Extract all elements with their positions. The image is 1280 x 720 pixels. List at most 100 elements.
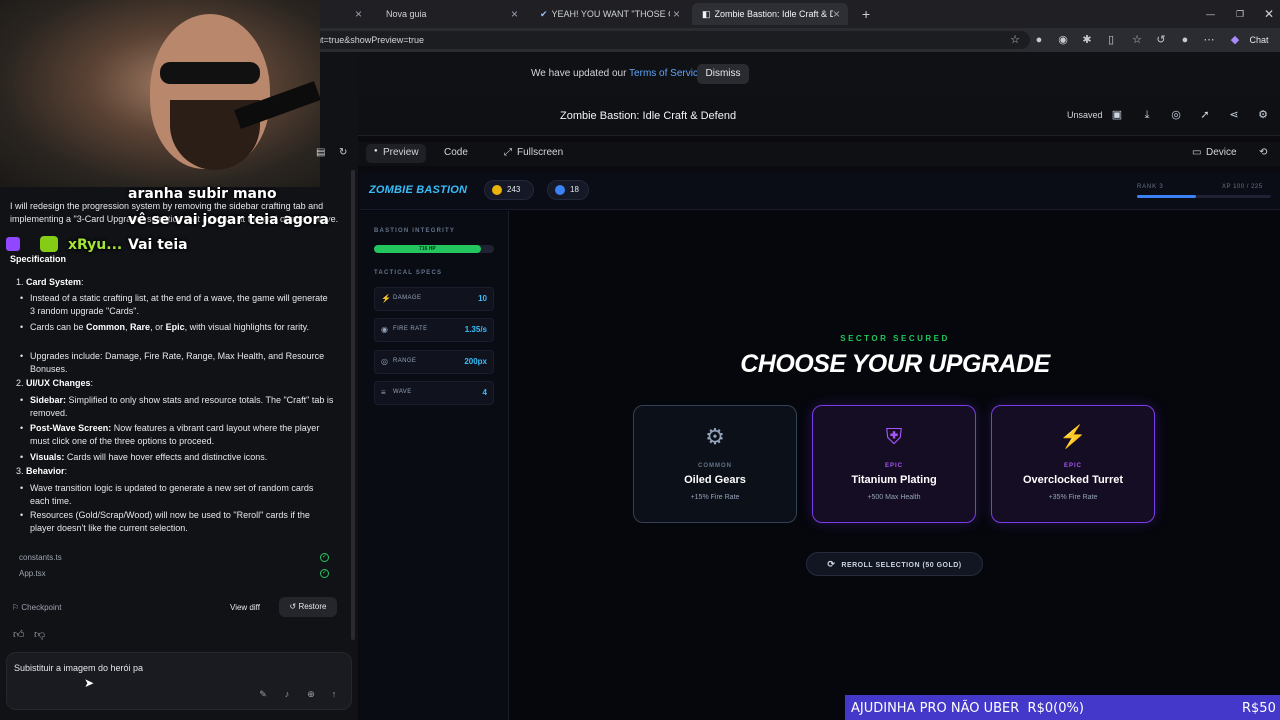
project-header — [320, 96, 1280, 136]
file-item[interactable]: constants.ts — [19, 553, 62, 562]
spec-section-colon: : — [64, 466, 68, 476]
stream-caption: Vai teia — [128, 237, 188, 253]
terms-link[interactable]: Terms of Service — [629, 68, 703, 79]
card-name: Overclocked Turret — [1022, 474, 1124, 486]
mouse-cursor-icon: ➤ — [84, 676, 95, 690]
browser-tab[interactable]: ✔ YEAH! YOU WANT "THOSE GAMES" × — [530, 3, 688, 25]
star-icon[interactable]: ☆ — [1008, 33, 1022, 47]
split-screen-icon[interactable]: ▯ — [1104, 33, 1118, 47]
refresh-icon[interactable]: ⟲ — [1259, 147, 1267, 158]
spec-section-number: 3. — [16, 466, 27, 476]
thumbs-up-icon[interactable]: 👍︎ — [13, 628, 25, 641]
spec-section-colon: : — [81, 277, 84, 287]
tab-favicon-icon: ✔ — [540, 8, 548, 19]
copilot-icon[interactable]: ◆ — [1228, 33, 1242, 47]
chat-button[interactable]: Chat — [1246, 33, 1272, 47]
health-bar-fill: 716 HP — [374, 245, 481, 253]
notice-message: We have updated our — [531, 68, 630, 79]
card-rarity: COMMON — [698, 463, 732, 469]
tab-code[interactable]: Code — [444, 147, 468, 158]
restore-label: Restore — [298, 602, 327, 611]
game-logo: ZOMBIE BASTION — [369, 184, 468, 196]
magic-wand-icon[interactable]: ✎ — [257, 688, 269, 700]
dot-icon: ● — [374, 148, 378, 154]
extension-icon[interactable]: ◉ — [1056, 33, 1070, 47]
upgrade-card-titanium-plating[interactable]: ⛨ EPIC Titanium Plating +500 Max Health — [812, 405, 976, 523]
close-window-icon[interactable]: ✕ — [1254, 3, 1274, 25]
close-tab-icon[interactable]: × — [355, 7, 362, 21]
device-icon[interactable]: ▭ — [1192, 147, 1201, 158]
github-icon[interactable]: ◎ — [1169, 108, 1183, 122]
spec-heading: Specification — [10, 254, 67, 264]
send-icon[interactable]: ↑ — [328, 688, 340, 700]
download-icon[interactable]: ⤓ — [1140, 108, 1154, 122]
reload-icon[interactable]: ↻ — [339, 147, 347, 158]
donation-banner-text: AJUDINHA PRO NÃO UBER R$0(0%) — [851, 701, 1084, 716]
prompt-input-box[interactable] — [6, 652, 352, 710]
minimize-icon[interactable]: — — [1196, 3, 1216, 25]
tab-preview[interactable]: Preview — [383, 147, 419, 158]
add-attachment-icon[interactable]: ⊕ — [305, 688, 317, 700]
bullet-dot: • — [20, 483, 24, 493]
upgrade-card-overclocked-turret[interactable]: ⚡ EPIC Overclocked Turret +35% Fire Rate — [991, 405, 1155, 523]
upgrade-card-oiled-gears[interactable]: ⚙ COMMON Oiled Gears +15% Fire Rate — [633, 405, 797, 523]
browser-tab[interactable]: Nova guia × — [376, 3, 526, 25]
card-name: Titanium Plating — [851, 474, 937, 486]
tab-label: YEAH! YOU WANT "THOSE GAMES" — [551, 9, 670, 19]
specs-label: TACTICAL SPECS — [374, 270, 443, 276]
settings-icon[interactable]: ⚙ — [1256, 108, 1270, 122]
profile-avatar[interactable]: ● — [1178, 33, 1192, 47]
spec-bullet-text: Visuals: Cards will have hover effects a… — [30, 452, 268, 462]
new-tab-button[interactable]: + — [852, 3, 872, 25]
spec-section-heading: 2. UI/UX Changes: — [16, 378, 93, 388]
browser-tab-active[interactable]: ◧ Zombie Bastion: Idle Craft & D | G × — [692, 3, 848, 25]
spec-section-title: Behavior — [26, 466, 65, 476]
device-button[interactable]: Device — [1206, 147, 1237, 158]
extension-icon[interactable]: ● — [1032, 33, 1046, 47]
file-item[interactable]: App.tsx — [19, 569, 46, 578]
checkpoint-text: Checkpoint — [21, 603, 62, 612]
favorites-icon[interactable]: ☆ — [1130, 33, 1144, 47]
gold-coin-icon — [492, 185, 502, 195]
history-icon[interactable]: ↺ — [1154, 33, 1168, 47]
view-diff-button[interactable]: View diff — [230, 603, 260, 612]
check-icon: ✓ — [320, 553, 329, 562]
browser-tab[interactable]: × — [320, 3, 370, 25]
tab-fullscreen[interactable]: Fullscreen — [517, 147, 563, 158]
restore-button[interactable]: ↺ Restore — [279, 597, 337, 617]
dismiss-button[interactable]: Dismiss — [697, 64, 749, 84]
chat-username: xRyu... — [68, 237, 123, 253]
close-tab-icon[interactable]: × — [511, 7, 518, 21]
url-input[interactable]: nt=true&showPreview=true — [300, 31, 1030, 49]
shield-icon: ⛨ — [885, 424, 903, 449]
close-tab-icon[interactable]: × — [833, 7, 840, 21]
prompt-input[interactable]: Subistituir a imagem do herói pa — [14, 663, 143, 673]
stat-icon: ◎ — [381, 357, 388, 366]
card-name: Oiled Gears — [684, 474, 746, 486]
spec-section-heading: 1. Card System: — [16, 277, 84, 287]
close-tab-icon[interactable]: × — [673, 7, 680, 21]
xp-bar — [1137, 195, 1271, 198]
share-icon[interactable]: ⋖ — [1227, 108, 1241, 122]
gem-value: 18 — [570, 185, 579, 194]
stat-value: 4 — [482, 388, 487, 397]
integrity-label: BASTION INTEGRITY — [374, 228, 456, 234]
maximize-icon[interactable]: ❐ — [1226, 3, 1246, 25]
reroll-button[interactable]: ⟳ REROLL SELECTION (50 GOLD) — [806, 552, 983, 576]
emote-icon — [40, 236, 58, 252]
thumbs-down-icon[interactable]: 👎︎ — [34, 628, 45, 641]
chat-scrollbar[interactable] — [351, 170, 355, 640]
deploy-icon[interactable]: ➚ — [1198, 108, 1212, 122]
extension-icon[interactable]: ✱ — [1080, 33, 1094, 47]
save-icon[interactable]: ▣ — [1110, 108, 1124, 122]
bullet-dot: • — [20, 395, 24, 405]
spec-section-title: UI/UX Changes — [26, 378, 91, 388]
lightning-icon: ⚡ — [1059, 424, 1087, 449]
stat-value: 200px — [464, 357, 487, 366]
tab-label: Zombie Bastion: Idle Craft & D | G — [714, 9, 833, 19]
stat-label: WAVE — [393, 389, 412, 395]
panel-toggle-icon[interactable]: ▤ — [316, 147, 325, 158]
microphone-icon[interactable]: ♪ — [281, 688, 293, 700]
more-icon[interactable]: ⋯ — [1202, 33, 1216, 47]
fullscreen-icon[interactable]: ⤢ — [504, 147, 512, 158]
